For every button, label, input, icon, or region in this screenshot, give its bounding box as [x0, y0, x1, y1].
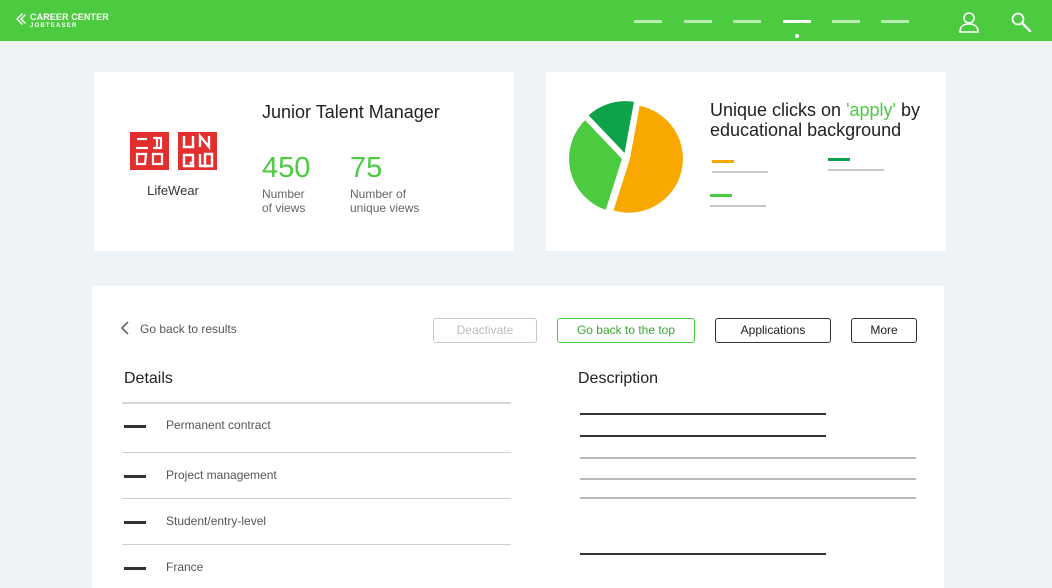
go-back-to-top-button[interactable]: Go back to the top [557, 318, 695, 343]
chart-title-accent: 'apply' [846, 100, 896, 120]
nav-item-5[interactable] [824, 14, 860, 30]
details-divider [122, 544, 511, 545]
nav-item-4[interactable] [775, 14, 811, 38]
description-heading: Description [578, 370, 659, 387]
chevron-left-icon [120, 321, 129, 335]
job-summary-card: LifeWear Junior Talent Manager 450 Numbe… [94, 72, 514, 251]
legend-item-orange [712, 160, 772, 174]
brand-subname: JOBTEASER [30, 23, 78, 29]
profile-icon[interactable] [958, 11, 980, 33]
brand-name: CAREER CENTER [30, 12, 109, 22]
details-divider [122, 498, 511, 499]
job-title: Junior Talent Manager [262, 102, 440, 122]
nav-item-1[interactable] [626, 14, 662, 30]
detail-item: Student/entry-level [122, 512, 511, 532]
top-bar: CAREER CENTER JOBTEASER [0, 0, 1052, 41]
nav-item-2[interactable] [676, 14, 712, 30]
brand-mark-icon [16, 13, 26, 25]
detail-item: France [122, 558, 511, 578]
detail-bullet [124, 567, 146, 570]
active-indicator [795, 34, 799, 38]
detail-bullet [124, 425, 146, 428]
unique-views-count: 75 [350, 152, 383, 184]
details-divider [122, 452, 511, 453]
nav-item-3[interactable] [725, 14, 761, 30]
legend-label-placeholder [712, 171, 768, 173]
legend-swatch [712, 160, 734, 163]
description-text-line [580, 478, 916, 480]
nav-item-6[interactable] [873, 14, 909, 30]
detail-text: Student/entry-level [166, 514, 267, 528]
detail-item: Permanent contract [122, 416, 511, 436]
back-to-results-label: Go back to results [140, 322, 237, 336]
description-text-line [580, 413, 826, 415]
legend-label-placeholder [710, 205, 766, 207]
details-divider [122, 402, 511, 404]
views-count: 450 [262, 152, 311, 184]
search-icon[interactable] [1010, 11, 1032, 33]
details-heading: Details [124, 370, 173, 387]
legend-swatch [828, 158, 850, 161]
chart-title: Unique clicks on 'apply' by educational … [710, 100, 920, 140]
detail-text: Project management [166, 468, 277, 482]
detail-item: Project management [122, 466, 511, 486]
detail-text: France [166, 560, 204, 574]
logo-caption: LifeWear [147, 183, 199, 198]
pie-chart [567, 99, 685, 215]
logo-block-left [130, 132, 169, 170]
chart-title-line2: educational background [710, 120, 902, 140]
legend-swatch [710, 194, 732, 197]
detail-bullet [124, 521, 146, 524]
description-text-line [580, 497, 916, 499]
job-detail-card: Go back to results Deactivate Go back to… [92, 286, 944, 588]
legend-item-green [710, 194, 770, 208]
detail-bullet [124, 475, 146, 478]
more-button[interactable]: More [851, 318, 917, 343]
description-text-line [580, 457, 916, 459]
unique-views-label: Number of unique views [350, 187, 420, 215]
detail-text: Permanent contract [166, 418, 271, 432]
applications-button[interactable]: Applications [715, 318, 831, 343]
deactivate-button[interactable]: Deactivate [433, 318, 537, 343]
legend-label-placeholder [828, 169, 884, 171]
description-text-line [580, 435, 826, 437]
company-logo [130, 132, 218, 172]
chart-title-prefix: Unique clicks on [710, 100, 847, 120]
logo-block-right [178, 132, 217, 170]
chart-title-suffix: by [895, 100, 920, 120]
chart-card: Unique clicks on 'apply' by educational … [546, 72, 946, 251]
views-label: Number of views [262, 187, 306, 215]
description-text-line [580, 553, 826, 555]
legend-item-dark-green [828, 158, 888, 172]
